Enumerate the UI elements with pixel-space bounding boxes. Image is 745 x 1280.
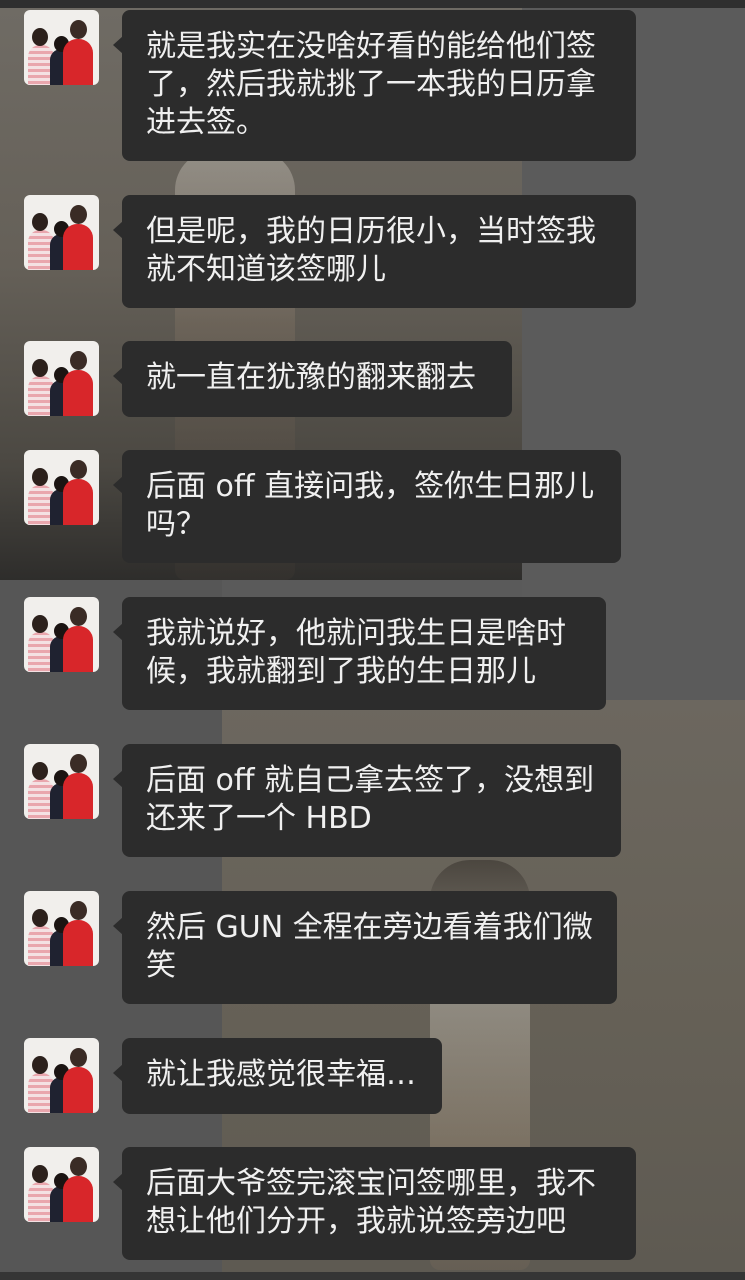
avatar[interactable]: [24, 10, 99, 85]
message-bubble[interactable]: 但是呢，我的日历很小，当时签我 就不知道该签哪儿: [113, 195, 636, 308]
message-bubble[interactable]: 后面大爷签完滚宝问签哪里，我不 想让他们分开，我就说签旁边吧: [113, 1147, 636, 1260]
message-bubble[interactable]: 后面 off 直接问我，签你生日那儿 吗？: [113, 450, 621, 563]
avatar[interactable]: [24, 597, 99, 672]
top-status-strip: [0, 0, 745, 8]
avatar[interactable]: [24, 1147, 99, 1222]
avatar[interactable]: [24, 195, 99, 270]
avatar[interactable]: [24, 744, 99, 819]
message-bubble[interactable]: 就一直在犹豫的翻来翻去: [113, 341, 512, 417]
avatar[interactable]: [24, 341, 99, 416]
message-bubble[interactable]: 就是我实在没啥好看的能给他们签 了，然后我就挑了一本我的日历拿 进去签。: [113, 10, 636, 161]
avatar[interactable]: [24, 1038, 99, 1113]
bottom-strip: [0, 1272, 745, 1280]
message-bubble[interactable]: 我就说好，他就问我生日是啥时 候，我就翻到了我的生日那儿: [113, 597, 606, 710]
avatar[interactable]: [24, 450, 99, 525]
message-bubble[interactable]: 然后 GUN 全程在旁边看着我们微 笑: [113, 891, 617, 1004]
avatar[interactable]: [24, 891, 99, 966]
message-bubble[interactable]: 后面 off 就自己拿去签了，没想到 还来了一个 HBD: [113, 744, 621, 857]
message-bubble[interactable]: 就让我感觉很幸福…: [113, 1038, 442, 1114]
